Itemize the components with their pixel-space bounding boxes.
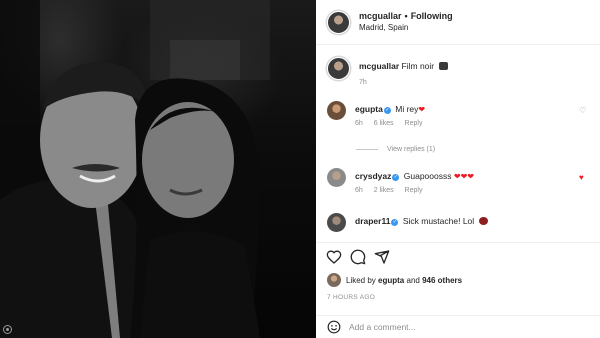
verified-badge-icon: ✓	[391, 219, 399, 226]
comment-text: Sick mustache! Lol	[402, 216, 475, 226]
caption-body: mcguallar Film noir 7h	[359, 57, 448, 86]
comment-row: draper11 ✓ Sick mustache! Lol	[327, 213, 488, 232]
comment-text-line: draper11 ✓ Sick mustache! Lol	[355, 216, 488, 227]
following-button[interactable]: Following	[411, 11, 453, 21]
emoji-icon[interactable]	[327, 320, 341, 334]
comment-meta: 6h 2 likes Reply	[355, 187, 474, 194]
liked-by-prefix: Liked by	[346, 275, 376, 285]
caption-text: Film noir	[401, 61, 435, 71]
photo-woman-body	[140, 231, 260, 338]
comment-row: crysdyaz ✓ Guapooosss ❤❤❤ 6h 2 likes Repl…	[327, 168, 474, 194]
view-replies-line	[356, 149, 378, 150]
comments-list: mcguallar Film noir 7h egupta ✓ Mi rey❤ 6…	[316, 45, 600, 233]
caption-avatar[interactable]	[327, 57, 350, 80]
post-location[interactable]: Madrid, Spain	[359, 23, 453, 33]
add-comment-input[interactable]	[349, 322, 569, 332]
comment-row: egupta ✓ Mi rey❤ 6h 6 likes Reply	[327, 101, 431, 127]
post-side-panel: mcguallar • Following Madrid, Spain mcgual…	[316, 0, 600, 338]
film-emoji-icon	[438, 62, 448, 70]
comment-likes[interactable]: 6 likes	[374, 120, 394, 127]
photo-tag-icon[interactable]	[3, 325, 12, 334]
comment-avatar[interactable]	[327, 168, 346, 187]
comment-like-heart-icon[interactable]: ♡	[579, 107, 587, 115]
comment-likes[interactable]: 2 likes	[374, 187, 394, 194]
action-bar	[316, 242, 600, 266]
comment-body: draper11 ✓ Sick mustache! Lol	[355, 213, 488, 232]
comment-avatar[interactable]	[327, 101, 346, 120]
comment-text: Mi rey	[395, 104, 419, 114]
caption-meta: 7h	[359, 79, 448, 86]
red-heart-emoji-icon: ❤	[453, 172, 461, 181]
liked-by-text: Liked by egupta and 946 others	[346, 276, 462, 285]
caption-row: mcguallar Film noir 7h	[327, 57, 448, 86]
photo-woman-face	[142, 102, 234, 218]
verified-badge-icon: ✓	[383, 107, 391, 114]
laughing-emoji-icon	[478, 217, 488, 225]
liked-by: Liked by egupta and 946 others	[327, 273, 462, 287]
liked-by-others[interactable]: 946 others	[422, 276, 462, 285]
liked-by-avatar[interactable]	[327, 273, 341, 287]
caption-username[interactable]: mcguallar	[359, 61, 399, 71]
comment-reply-button[interactable]: Reply	[405, 187, 423, 194]
share-icon[interactable]	[374, 249, 390, 265]
comment-text-line: egupta ✓ Mi rey❤	[355, 104, 431, 115]
comment-username[interactable]: crysdyaz	[355, 171, 391, 181]
comment-meta: 6h 6 likes Reply	[355, 120, 431, 127]
post-photo[interactable]	[0, 0, 316, 338]
red-heart-emoji-icon: ❤	[418, 105, 426, 114]
comment-icon[interactable]	[350, 249, 366, 265]
comment-username[interactable]: egupta	[355, 104, 383, 114]
comment-text-line: crysdyaz ✓ Guapooosss ❤❤❤	[355, 171, 474, 182]
author-username[interactable]: mcguallar	[359, 11, 402, 21]
comment-reply-button[interactable]: Reply	[405, 120, 423, 127]
view-replies-label: View replies (1)	[387, 146, 436, 153]
comment-like-heart-icon[interactable]: ♥	[579, 174, 587, 182]
post-header: mcguallar • Following Madrid, Spain	[316, 0, 600, 45]
comment-text: Guapooosss	[403, 171, 452, 181]
author-avatar[interactable]	[327, 10, 350, 34]
view-replies-button[interactable]: View replies (1)	[356, 146, 435, 153]
comment-username[interactable]: draper11	[355, 216, 390, 226]
photo-bg-window	[170, 40, 240, 80]
heart-icon[interactable]	[326, 249, 342, 265]
header-separator: •	[404, 11, 408, 22]
liked-by-user[interactable]: egupta	[378, 276, 404, 285]
comment-body: egupta ✓ Mi rey❤ 6h 6 likes Reply	[355, 101, 431, 127]
author-line: mcguallar • Following	[359, 11, 453, 22]
add-comment-bar	[316, 315, 600, 338]
author-info: mcguallar • Following Madrid, Spain	[359, 11, 453, 32]
post-timestamp[interactable]: 7 HOURS AGO	[327, 294, 375, 301]
comment-body: crysdyaz ✓ Guapooosss ❤❤❤ 6h 2 likes Repl…	[355, 168, 474, 194]
caption-text-line: mcguallar Film noir	[359, 61, 448, 72]
comment-time[interactable]: 6h	[355, 120, 363, 127]
red-heart-emoji-icon: ❤	[467, 172, 474, 181]
comment-time[interactable]: 6h	[355, 187, 363, 194]
comment-avatar[interactable]	[327, 213, 346, 232]
liked-by-conjunction: and	[406, 275, 420, 285]
verified-badge-icon: ✓	[392, 174, 400, 181]
photo-scene	[0, 0, 270, 338]
caption-time[interactable]: 7h	[359, 79, 367, 86]
